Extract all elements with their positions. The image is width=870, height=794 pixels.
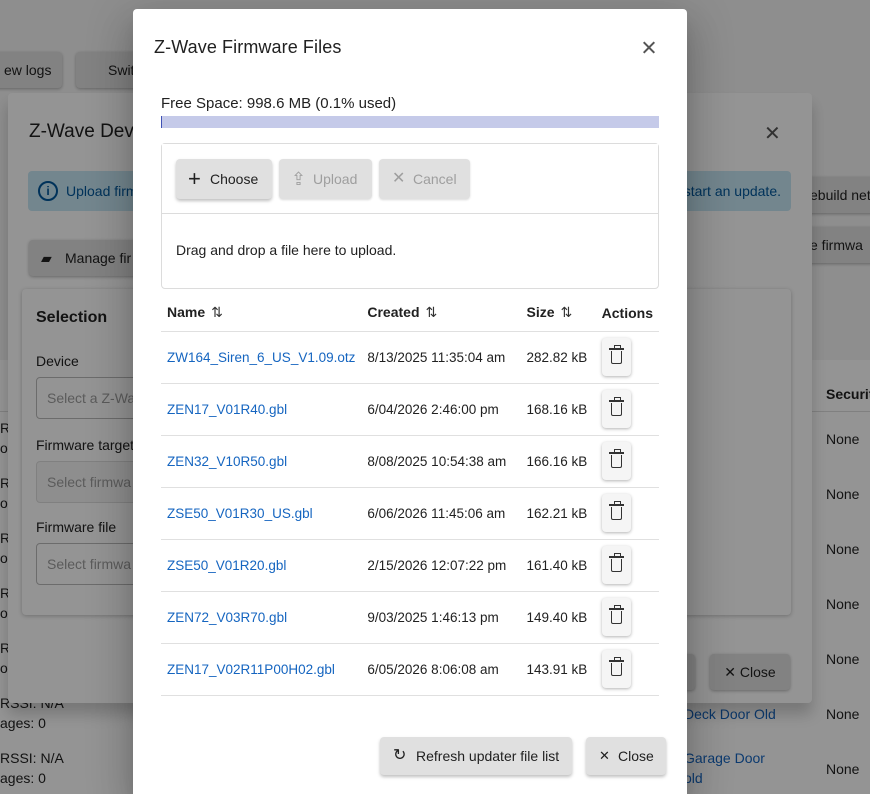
- table-header-row: Name ⇅ Created ⇅ Size ⇅ Actions: [161, 295, 659, 332]
- close-icon[interactable]: [638, 37, 660, 59]
- delete-file-button[interactable]: [601, 442, 631, 480]
- cancel-label: Cancel: [413, 171, 457, 187]
- column-name-label: Name: [167, 304, 206, 321]
- trash-icon: [608, 449, 624, 468]
- trash-icon: [608, 501, 624, 520]
- table-row: ZSE50_V01R20.gbl 2/15/2026 12:07:22 pm 161…: [161, 539, 659, 592]
- delete-file-button[interactable]: [601, 494, 631, 532]
- size-cell: 162.21 kB: [520, 487, 596, 540]
- upload-toolbar: + Choose ⇪ Upload ✕ Cancel: [162, 144, 658, 214]
- close-label: Close: [618, 748, 654, 764]
- close-button[interactable]: ✕ Close: [586, 737, 666, 775]
- file-name-cell: ZEN17_V01R40.gbl: [161, 383, 362, 436]
- column-header-size[interactable]: Size ⇅: [520, 295, 596, 332]
- size-cell: 161.40 kB: [520, 539, 596, 592]
- delete-file-button[interactable]: [601, 650, 631, 688]
- dialog-title: Z-Wave Firmware Files: [154, 37, 342, 57]
- actions-cell: [595, 383, 659, 436]
- column-header-actions: Actions: [595, 295, 659, 332]
- delete-file-button[interactable]: [601, 546, 631, 584]
- trash-icon: [608, 605, 624, 624]
- created-cell: 8/08/2025 10:54:38 am: [361, 435, 521, 488]
- table-row: ZEN32_V10R50.gbl 8/08/2025 10:54:38 am 166…: [161, 435, 659, 488]
- file-name-cell: ZEN32_V10R50.gbl: [161, 435, 362, 488]
- files-table: Name ⇅ Created ⇅ Size ⇅ Actions ZW164_Siren…: [161, 295, 659, 696]
- storage-progress-bar: [161, 116, 659, 128]
- actions-cell: [595, 331, 659, 384]
- column-header-created[interactable]: Created ⇅: [361, 295, 521, 332]
- storage-progress-fill: [161, 116, 163, 128]
- trash-icon: [608, 397, 624, 416]
- delete-file-button[interactable]: [601, 390, 631, 428]
- file-name-cell: ZW164_Siren_6_US_V1.09.otz: [161, 331, 362, 384]
- drop-zone-text: Drag and drop a file here to upload.: [176, 242, 397, 258]
- sort-icon: ⇅: [560, 304, 573, 321]
- upload-label: Upload: [313, 171, 358, 187]
- sort-icon: ⇅: [211, 304, 223, 321]
- file-name-link[interactable]: ZSE50_V01R30_US.gbl: [167, 506, 313, 521]
- size-cell: 143.91 kB: [520, 643, 596, 696]
- trash-icon: [608, 657, 624, 676]
- firmware-files-dialog: Z-Wave Firmware Files Free Space: 998.6 …: [133, 9, 687, 794]
- delete-file-button[interactable]: [601, 338, 631, 376]
- upload-icon: ⇪: [291, 169, 307, 189]
- actions-cell: [595, 643, 659, 696]
- file-name-link[interactable]: ZEN32_V10R50.gbl: [167, 454, 287, 469]
- plus-icon: +: [188, 166, 201, 191]
- free-space-text: Free Space: 998.6 MB (0.1% used): [161, 95, 397, 112]
- cancel-x-icon: ✕: [392, 170, 406, 187]
- choose-label: Choose: [210, 171, 259, 187]
- table-row: ZSE50_V01R30_US.gbl 6/06/2026 11:45:06 am…: [161, 487, 659, 540]
- column-size-label: Size: [526, 304, 555, 321]
- actions-cell: [595, 591, 659, 644]
- table-row: ZEN17_V02R11P00H02.gbl 6/05/2026 8:06:08 …: [161, 643, 659, 696]
- created-cell: 6/06/2026 11:45:06 am: [361, 487, 521, 540]
- table-row: ZEN72_V03R70.gbl 9/03/2025 1:46:13 pm 149.…: [161, 591, 659, 644]
- size-cell: 166.16 kB: [520, 435, 596, 488]
- table-row: ZW164_Siren_6_US_V1.09.otz 8/13/2025 11:3…: [161, 331, 659, 384]
- refresh-label: Refresh updater file list: [416, 748, 560, 764]
- created-cell: 8/13/2025 11:35:04 am: [361, 331, 521, 384]
- created-cell: 2/15/2026 12:07:22 pm: [361, 539, 521, 592]
- file-name-link[interactable]: ZEN72_V03R70.gbl: [167, 610, 287, 625]
- column-created-label: Created: [367, 304, 420, 321]
- file-name-link[interactable]: ZEN17_V02R11P00H02.gbl: [167, 662, 335, 677]
- created-cell: 9/03/2025 1:46:13 pm: [361, 591, 521, 644]
- refresh-file-list-button[interactable]: ↻ Refresh updater file list: [380, 737, 572, 775]
- upload-button[interactable]: ⇪ Upload: [279, 159, 372, 199]
- choose-button[interactable]: + Choose: [176, 159, 272, 199]
- column-header-name[interactable]: Name ⇅: [161, 295, 362, 332]
- file-name-cell: ZEN17_V02R11P00H02.gbl: [161, 643, 362, 696]
- trash-icon: [608, 345, 624, 364]
- size-cell: 149.40 kB: [520, 591, 596, 644]
- delete-file-button[interactable]: [601, 598, 631, 636]
- table-row: ZEN17_V01R40.gbl 6/04/2026 2:46:00 pm 168.…: [161, 383, 659, 436]
- created-cell: 6/05/2026 8:06:08 am: [361, 643, 521, 696]
- close-x-icon: ✕: [599, 748, 610, 763]
- actions-cell: [595, 435, 659, 488]
- created-cell: 6/04/2026 2:46:00 pm: [361, 383, 521, 436]
- size-cell: 282.82 kB: [520, 331, 596, 384]
- actions-cell: [595, 487, 659, 540]
- file-name-link[interactable]: ZW164_Siren_6_US_V1.09.otz: [167, 350, 355, 365]
- file-name-cell: ZSE50_V01R20.gbl: [161, 539, 362, 592]
- file-name-cell: ZSE50_V01R30_US.gbl: [161, 487, 362, 540]
- refresh-icon: ↻: [393, 747, 407, 764]
- file-name-link[interactable]: ZSE50_V01R20.gbl: [167, 558, 286, 573]
- sort-icon: ⇅: [425, 304, 438, 321]
- cancel-button[interactable]: ✕ Cancel: [379, 159, 470, 199]
- file-name-link[interactable]: ZEN17_V01R40.gbl: [167, 402, 287, 417]
- actions-cell: [595, 539, 659, 592]
- file-name-cell: ZEN72_V03R70.gbl: [161, 591, 362, 644]
- trash-icon: [608, 553, 624, 572]
- file-upload[interactable]: + Choose ⇪ Upload ✕ Cancel Drag and drop…: [161, 143, 659, 289]
- size-cell: 168.16 kB: [520, 383, 596, 436]
